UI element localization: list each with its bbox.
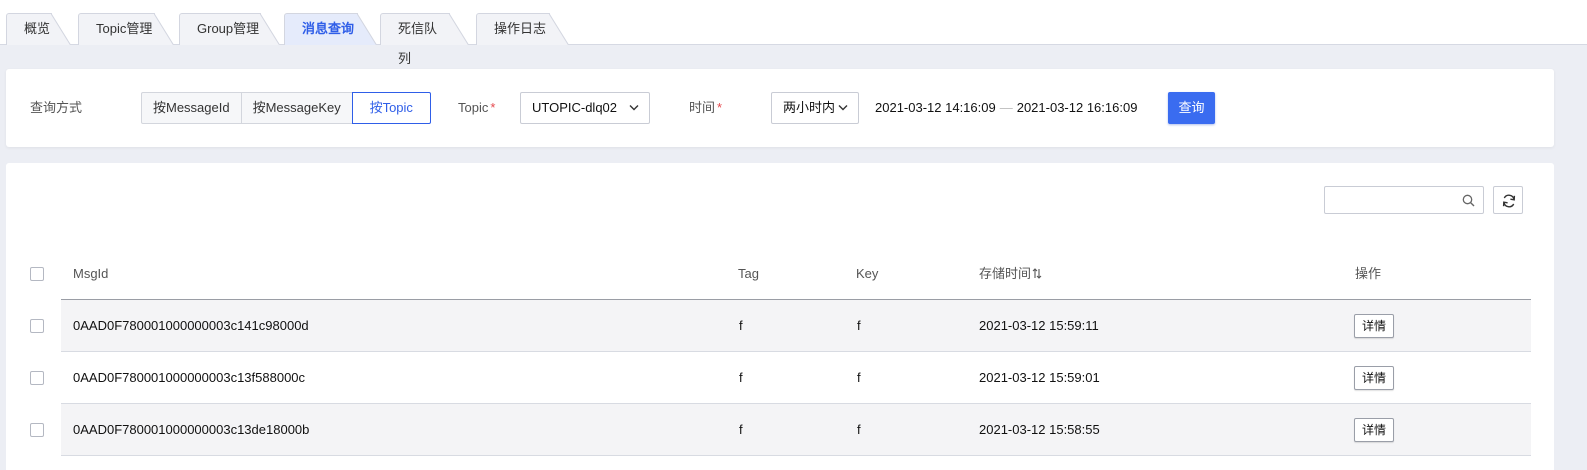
detail-button[interactable]: 详情 [1354, 314, 1395, 338]
tab-message-query[interactable]: 消息查询 [284, 13, 377, 45]
topic-label: Topic * [458, 100, 495, 116]
row-checkbox[interactable] [30, 423, 44, 437]
date-end: 2021-03-12 16:16:09 [1016, 100, 1138, 115]
time-label: 时间 * [689, 100, 722, 116]
row-checkbox[interactable] [30, 319, 44, 333]
tab-overview[interactable]: 概览 [6, 13, 71, 45]
storage-time-label: 存储时间 [979, 266, 1032, 281]
query-mode-selector: 按MessageId 按MessageKey 按Topic [141, 92, 431, 124]
tab-label: 死信队列 [398, 21, 438, 66]
mode-by-topic-button[interactable]: 按Topic [351, 92, 431, 124]
column-header-storage-time[interactable]: 存储时间 [979, 266, 1042, 282]
table-bottom-divider [61, 455, 1531, 456]
column-header-action: 操作 [1355, 266, 1382, 281]
time-range-value: 两小时内 [783, 100, 836, 115]
topic-select-value: UTOPIC-dlq02 [532, 100, 618, 115]
query-mode-label: 查询方式 [30, 100, 83, 115]
table-row: 0AAD0F780001000000003c141c98000d f f 202… [61, 299, 1531, 351]
detail-button[interactable]: 详情 [1354, 418, 1395, 442]
cell-msgid: 0AAD0F780001000000003c13de18000b [73, 422, 310, 437]
tab-topic-management[interactable]: Topic管理 [78, 13, 174, 45]
search-icon [1462, 194, 1475, 207]
column-header-tag: Tag [738, 266, 759, 281]
table-row: 0AAD0F780001000000003c13f588000c f f 202… [61, 351, 1531, 403]
topic-select[interactable]: UTOPIC-dlq02 [520, 92, 650, 124]
query-filter-panel: 查询方式 按MessageId 按MessageKey 按Topic Topic… [6, 69, 1554, 147]
detail-button[interactable]: 详情 [1354, 366, 1395, 390]
column-header-msgid: MsgId [73, 266, 109, 281]
tab-label: 操作日志 [494, 21, 547, 36]
tab-label: Group管理 [197, 21, 260, 36]
table-row: 0AAD0F780001000000003c13de18000b f f 202… [61, 403, 1531, 455]
cell-key: f [857, 318, 861, 333]
tab-label: 概览 [24, 21, 51, 36]
mode-by-message-key-button[interactable]: 按MessageKey [240, 92, 353, 124]
cell-key: f [857, 370, 861, 385]
cell-tag: f [739, 370, 743, 385]
chevron-down-icon [838, 105, 848, 111]
sort-icon [1032, 268, 1042, 279]
topic-label-text: Topic [458, 100, 489, 115]
cell-key: f [857, 422, 861, 437]
tab-label: 消息查询 [302, 21, 355, 36]
tab-operation-log[interactable]: 操作日志 [476, 13, 569, 45]
tab-dead-letter-queue[interactable]: 死信队列 [380, 13, 469, 66]
cell-tag: f [739, 422, 743, 437]
query-button[interactable]: 查询 [1168, 92, 1215, 124]
refresh-icon [1502, 194, 1516, 208]
cell-storage-time: 2021-03-12 15:59:01 [979, 370, 1100, 385]
select-all-checkbox[interactable] [30, 267, 44, 281]
date-start: 2021-03-12 14:16:09 [875, 100, 996, 115]
mode-by-message-id-button[interactable]: 按MessageId [141, 92, 242, 124]
date-separator: — [999, 100, 1013, 115]
refresh-button[interactable] [1493, 186, 1523, 214]
chevron-down-icon [629, 105, 639, 111]
search-input[interactable] [1324, 186, 1484, 214]
tab-label: Topic管理 [96, 21, 153, 36]
required-mark: * [717, 100, 723, 115]
cell-storage-time: 2021-03-12 15:59:11 [979, 318, 1099, 333]
cell-tag: f [739, 318, 743, 333]
time-range-select[interactable]: 两小时内 [771, 92, 859, 124]
time-label-text: 时间 [689, 100, 716, 115]
date-range-picker[interactable]: 2021-03-12 14:16:09—2021-03-12 16:16:09 [875, 100, 1137, 116]
cell-storage-time: 2021-03-12 15:58:55 [979, 422, 1100, 437]
tab-group-management[interactable]: Group管理 [179, 13, 280, 45]
cell-msgid: 0AAD0F780001000000003c141c98000d [73, 318, 309, 333]
cell-msgid: 0AAD0F780001000000003c13f588000c [73, 370, 306, 385]
required-mark: * [490, 100, 496, 115]
row-checkbox[interactable] [30, 371, 44, 385]
tab-bar: 概览 Topic管理 Group管理 消息查询 死信队列 操作日志 [0, 0, 1587, 66]
column-header-key: Key [856, 266, 879, 281]
message-table-panel: MsgId Tag Key 存储时间 操作 0AAD0F780001000000… [6, 163, 1554, 470]
